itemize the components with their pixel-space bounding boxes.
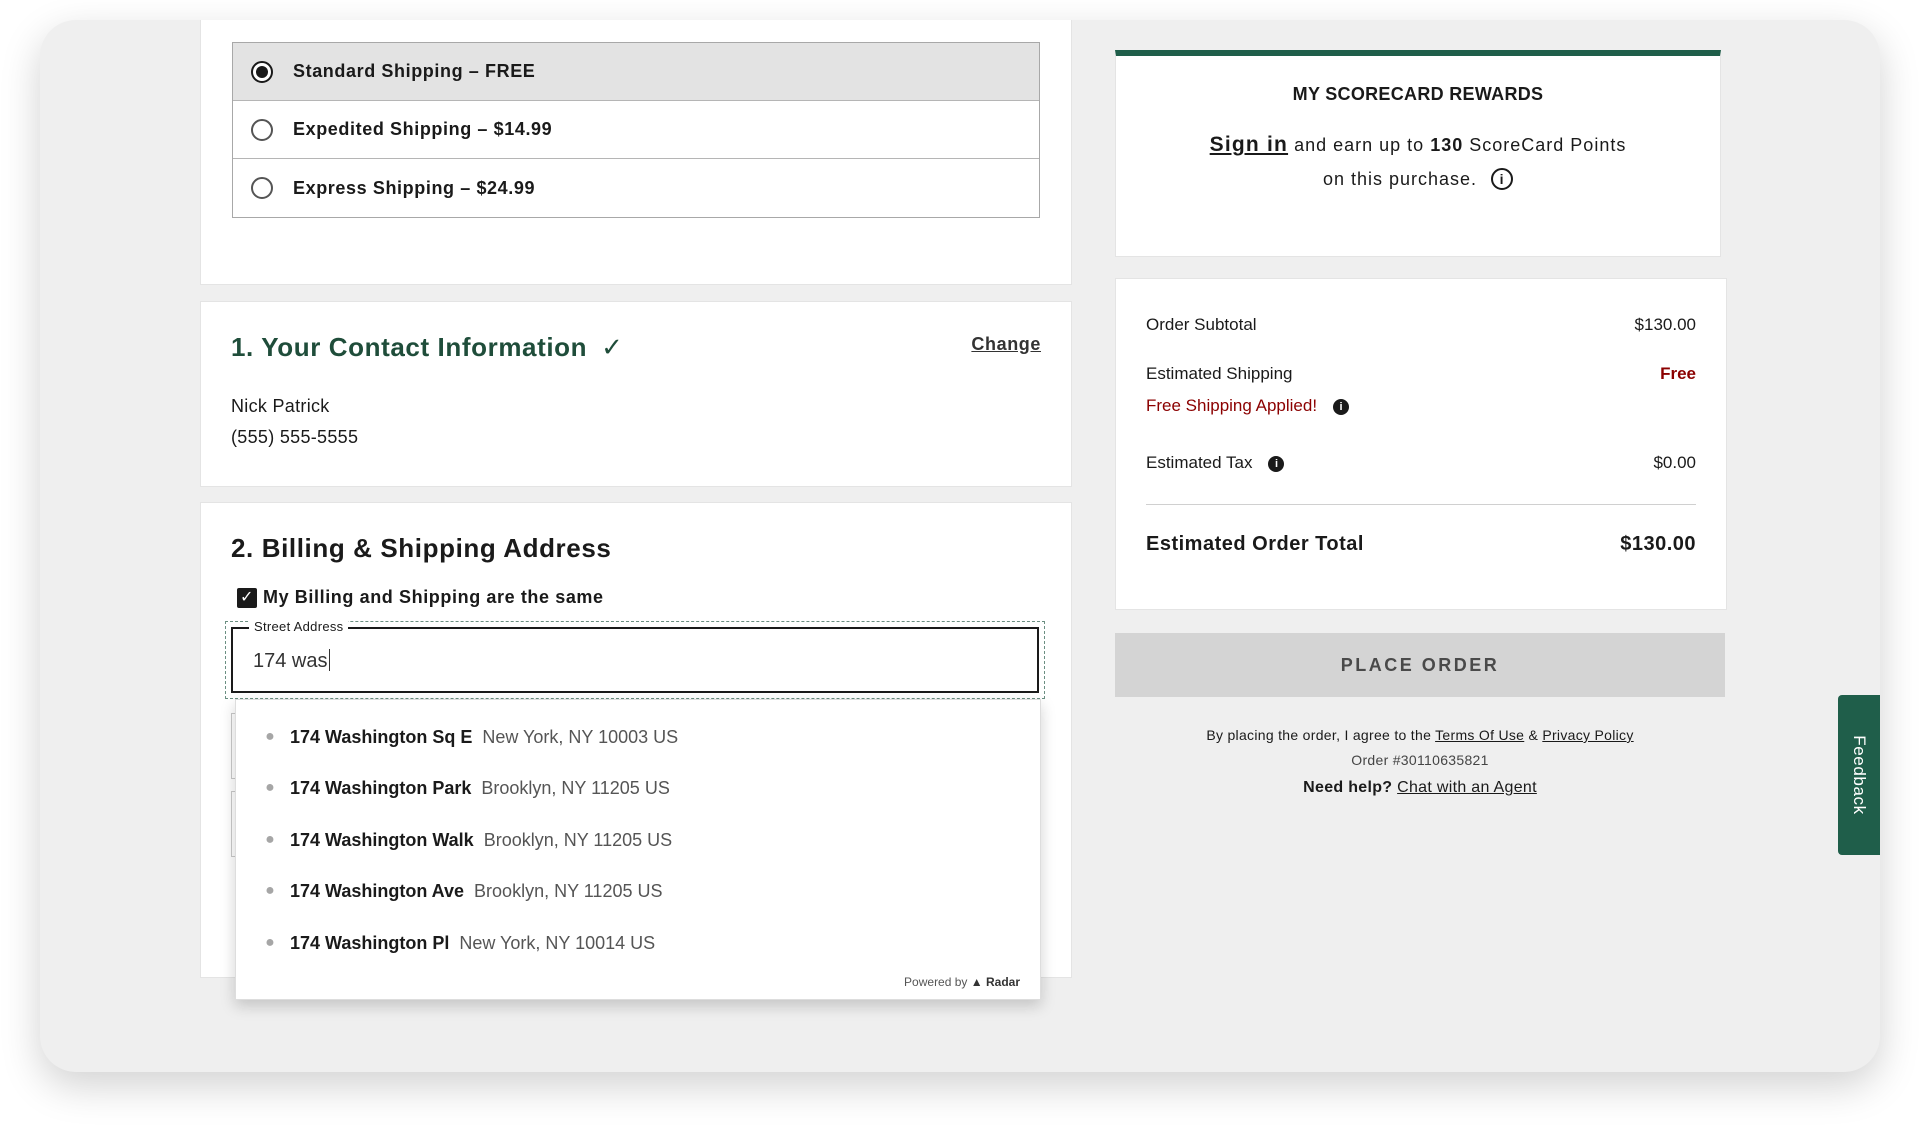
place-order-button[interactable]: PLACE ORDER [1115, 633, 1725, 697]
checkout-page: Standard Shipping – FREE Expedited Shipp… [40, 20, 1880, 1072]
suggestion-item[interactable]: ● 174 Washington Walk Brooklyn, NY 11205… [236, 815, 1040, 865]
rewards-text-a: and earn up to [1294, 135, 1425, 155]
help-row: Need help? Chat with an Agent [1115, 779, 1725, 797]
shipping-option-label: Express Shipping – $24.99 [293, 177, 536, 198]
terms-of-use-link[interactable]: Terms Of Use [1435, 727, 1524, 743]
amp-text: & [1528, 727, 1539, 743]
feedback-tab[interactable]: Feedback [1838, 695, 1880, 855]
same-address-row[interactable]: ✓ My Billing and Shipping are the same [237, 587, 604, 608]
total-value: $130.00 [1620, 533, 1696, 555]
street-address-value: 174 was [253, 650, 328, 672]
tax-row: Estimated Tax i $0.00 [1146, 453, 1696, 473]
checkbox-checked-icon[interactable]: ✓ [237, 587, 257, 608]
contact-info-title: 1. Your Contact Information [231, 332, 588, 362]
shipping-row: Estimated Shipping Free [1146, 364, 1696, 384]
rewards-title: MY SCORECARD REWARDS [1292, 84, 1544, 104]
free-shipping-row: Free Shipping Applied! i [1146, 396, 1696, 416]
map-pin-icon: ● [265, 779, 275, 796]
info-icon[interactable]: i [1268, 456, 1285, 472]
shipping-option-express[interactable]: Express Shipping – $24.99 [233, 159, 1039, 217]
scorecard-rewards-card: MY SCORECARD REWARDS Sign in and earn up… [1115, 50, 1721, 257]
street-address-field[interactable]: Street Address 174 was [231, 619, 1039, 693]
suggestion-street: 174 Washington Ave [290, 880, 465, 901]
total-row: Estimated Order Total $130.00 [1146, 533, 1696, 556]
free-shipping-applied: Free Shipping Applied! [1146, 396, 1318, 415]
total-label: Estimated Order Total [1146, 533, 1364, 555]
shipping-option-label: Expedited Shipping – $14.99 [293, 119, 553, 139]
map-pin-icon: ● [265, 934, 275, 951]
shipping-option-standard[interactable]: Standard Shipping – FREE [233, 43, 1039, 101]
radio-icon[interactable] [251, 118, 273, 141]
contact-info-card: 1. Your Contact Information ✓ Change Nic… [200, 301, 1072, 487]
street-address-label: Street Address [249, 619, 349, 634]
suggestion-city: New York, NY 10014 US [459, 932, 656, 953]
checkmark-icon: ✓ [601, 332, 624, 362]
suggestion-item[interactable]: ● 174 Washington Ave Brooklyn, NY 11205 … [236, 866, 1040, 916]
shipping-value: Free [1660, 364, 1696, 383]
sign-in-link[interactable]: Sign in [1210, 133, 1288, 156]
shipping-label: Estimated Shipping [1146, 364, 1293, 383]
contact-info-heading: 1. Your Contact Information ✓ [231, 332, 624, 363]
subtotal-value: $130.00 [1634, 315, 1696, 334]
summary-divider [1146, 504, 1696, 505]
rewards-text-c: on this purchase. [1322, 169, 1478, 189]
legal-agreement: By placing the order, I agree to the Ter… [1115, 727, 1725, 743]
billing-address-title: 2. Billing & Shipping Address [231, 533, 612, 563]
rewards-points: 130 [1430, 135, 1464, 155]
shipping-options-list: Standard Shipping – FREE Expedited Shipp… [232, 42, 1040, 218]
radar-name: Radar [985, 975, 1020, 989]
rewards-message: Sign in and earn up to 130 ScoreCard Poi… [1116, 128, 1720, 196]
tax-value: $0.00 [1653, 453, 1696, 472]
suggestion-street: 174 Washington Pl [290, 932, 450, 953]
subtotal-row: Order Subtotal $130.00 [1146, 315, 1696, 335]
radar-logo: ▲ Radar [970, 975, 1020, 989]
info-icon[interactable]: i [1333, 399, 1350, 415]
same-address-label: My Billing and Shipping are the same [263, 587, 604, 607]
suggestion-street: 174 Washington Park [290, 777, 472, 798]
suggestion-city: New York, NY 10003 US [482, 726, 679, 747]
need-help-label: Need help? [1303, 779, 1393, 796]
map-pin-icon: ● [265, 831, 275, 848]
text-caret [328, 649, 330, 671]
suggestion-city: Brooklyn, NY 11205 US [481, 777, 670, 798]
contact-name: Nick Patrick [231, 396, 330, 416]
rewards-text-b: ScoreCard Points [1469, 135, 1627, 155]
suggestion-street: 174 Washington Sq E [290, 726, 473, 747]
suggestion-street: 174 Washington Walk [290, 829, 474, 850]
privacy-policy-link[interactable]: Privacy Policy [1542, 727, 1633, 743]
radio-icon[interactable] [251, 177, 273, 199]
subtotal-label: Order Subtotal [1146, 315, 1257, 334]
suggestion-item[interactable]: ● 174 Washington Sq E New York, NY 10003… [236, 712, 1040, 762]
agree-text: By placing the order, I agree to the [1206, 727, 1432, 743]
map-pin-icon: ● [265, 728, 275, 745]
address-suggestions-dropdown: ● 174 Washington Sq E New York, NY 10003… [235, 699, 1041, 1000]
suggestion-item[interactable]: ● 174 Washington Park Brooklyn, NY 11205… [236, 763, 1040, 813]
tax-label: Estimated Tax [1146, 453, 1253, 472]
order-summary-card: Order Subtotal $130.00 Estimated Shippin… [1115, 278, 1727, 610]
map-pin-icon: ● [265, 882, 275, 899]
shipping-option-label: Standard Shipping – FREE [293, 61, 536, 81]
radio-selected-icon[interactable] [251, 60, 273, 83]
contact-phone: (555) 555-5555 [231, 427, 359, 447]
chat-agent-link[interactable]: Chat with an Agent [1397, 779, 1537, 796]
powered-by-radar: Powered by ▲ Radar [904, 975, 1020, 989]
suggestion-city: Brooklyn, NY 11205 US [474, 880, 663, 901]
info-icon[interactable]: i [1491, 168, 1514, 190]
shipping-option-expedited[interactable]: Expedited Shipping – $14.99 [233, 101, 1039, 159]
order-number: Order #30110635821 [1351, 752, 1489, 768]
suggestion-item[interactable]: ● 174 Washington Pl New York, NY 10014 U… [236, 918, 1040, 968]
feedback-label: Feedback [1850, 735, 1869, 815]
street-address-input[interactable]: 174 was [253, 649, 330, 673]
suggestion-city: Brooklyn, NY 11205 US [483, 829, 673, 850]
change-contact-link[interactable]: Change [971, 334, 1041, 355]
powered-by-label: Powered by [904, 975, 968, 989]
